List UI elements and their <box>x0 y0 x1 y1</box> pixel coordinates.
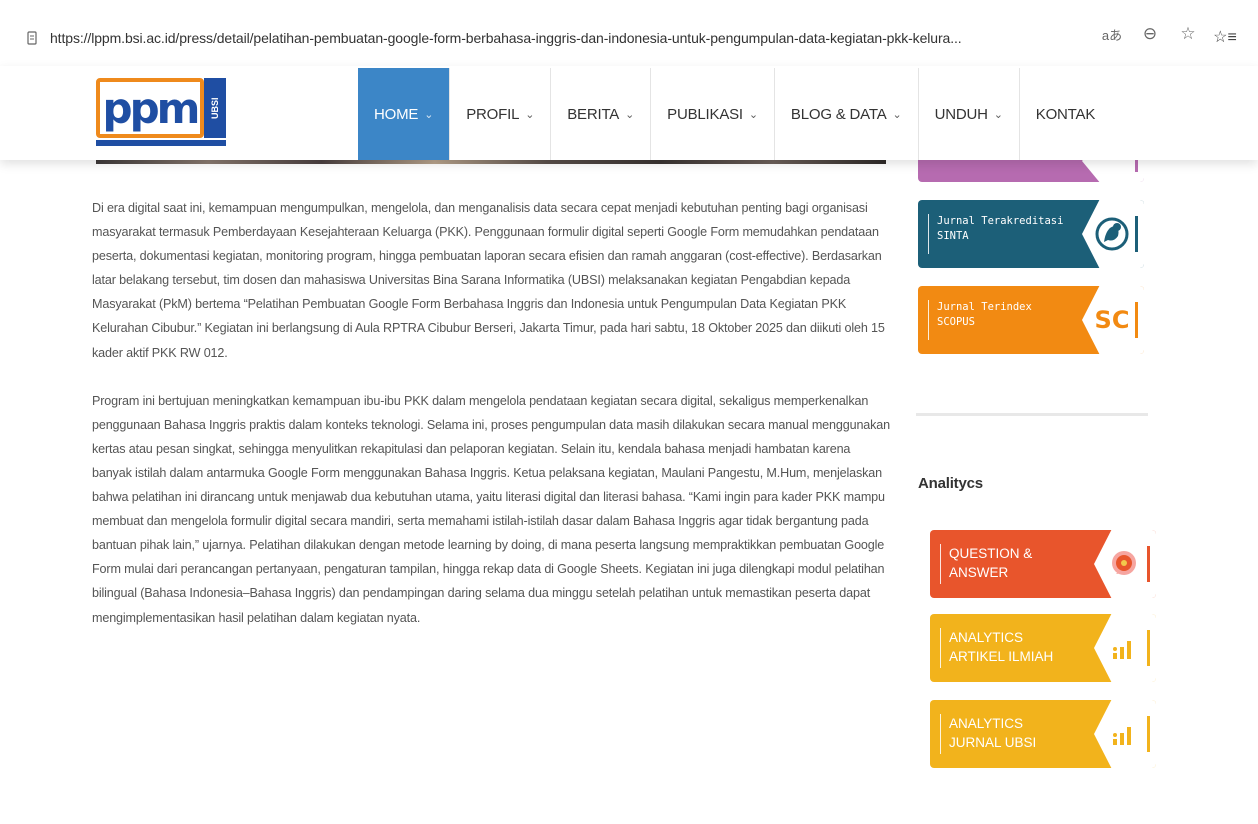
browser-address-bar: https://lppm.bsi.ac.id/press/detail/pela… <box>0 0 1258 74</box>
url-actions: aあ ⊖ ☆ <box>1100 22 1200 46</box>
nav-label: KONTAK <box>1035 105 1096 123</box>
card-bar <box>1147 630 1150 666</box>
analytics-artikel-label: ANALYTICS ARTIKEL ILMIAH <box>940 628 1060 668</box>
chevron-down-icon: ⌄ <box>748 108 758 121</box>
card-bar <box>1147 716 1150 752</box>
logo-side-label: UBSI <box>204 78 226 138</box>
url-text: https://lppm.bsi.ac.id/press/detail/pela… <box>50 30 962 46</box>
site-header: ppm UBSI HOME ⌄ PROFIL ⌄ BERITA ⌄ PUBLIKASI… <box>0 66 1258 160</box>
nav-label: PUBLIKASI <box>667 105 743 123</box>
question-answer-card[interactable]: QUESTION & ANSWER <box>930 530 1156 598</box>
sinta-journal-card[interactable]: Jurnal Terakreditasi SINTA <box>918 200 1144 268</box>
article-body: Di era digital saat ini, kemampuan mengu… <box>92 196 892 654</box>
logo-mark: ppm <box>96 78 204 138</box>
chevron-down-icon: ⌄ <box>892 108 902 121</box>
analytics-artikel-card[interactable]: ANALYTICS ARTIKEL ILMIAH <box>930 614 1156 682</box>
nav-unduh[interactable]: UNDUH ⌄ <box>919 68 1020 160</box>
nav-blog-data[interactable]: BLOG & DATA ⌄ <box>775 68 919 160</box>
site-info-icon[interactable] <box>24 30 40 46</box>
analytics-jurnal-card[interactable]: ANALYTICS JURNAL UBSI <box>930 700 1156 768</box>
main-nav: HOME ⌄ PROFIL ⌄ BERITA ⌄ PUBLIKASI ⌄ BLOG & … <box>358 68 1111 160</box>
nav-kontak[interactable]: KONTAK <box>1020 68 1111 160</box>
scopus-label: Jurnal Terindex SCOPUS <box>928 300 1072 340</box>
sinta-label: Jurnal Terakreditasi SINTA <box>928 214 1072 254</box>
chat-bubble-icon <box>1106 546 1142 582</box>
nav-label: HOME <box>374 105 419 123</box>
card-bar <box>1135 302 1138 338</box>
nav-label: BERITA <box>567 105 620 123</box>
sidebar-divider <box>916 413 1148 416</box>
chevron-down-icon: ⌄ <box>525 108 535 121</box>
nav-publikasi[interactable]: PUBLIKASI ⌄ <box>651 68 775 160</box>
nav-profil[interactable]: PROFIL ⌄ <box>450 68 552 160</box>
favorite-icon[interactable]: ☆ <box>1176 22 1200 46</box>
zoom-icon[interactable]: ⊖ <box>1138 22 1162 46</box>
bar-chart-icon <box>1106 716 1142 752</box>
sinta-icon <box>1094 216 1130 252</box>
article-paragraph: Program ini bertujuan meningkatkan kemam… <box>92 393 891 625</box>
nav-home[interactable]: HOME ⌄ <box>358 68 451 160</box>
nav-label: PROFIL <box>466 105 520 123</box>
chevron-down-icon: ⌄ <box>424 108 434 121</box>
analytics-heading: Analitycs <box>918 475 983 492</box>
logo-strip <box>96 140 226 146</box>
site-logo[interactable]: ppm UBSI <box>96 76 228 146</box>
scopus-journal-card[interactable]: Jurnal Terindex SCOPUS SC <box>918 286 1144 354</box>
scopus-icon: SC <box>1094 306 1130 334</box>
read-aloud-icon[interactable]: aあ <box>1100 22 1124 46</box>
article-paragraph: Di era digital saat ini, kemampuan mengu… <box>92 201 885 360</box>
nav-berita[interactable]: BERITA ⌄ <box>551 68 652 160</box>
bar-chart-icon <box>1106 630 1142 666</box>
card-bar <box>1135 216 1138 252</box>
nav-label: BLOG & DATA <box>790 105 887 123</box>
qa-label: QUESTION & ANSWER <box>940 544 1050 584</box>
analytics-jurnal-label: ANALYTICS JURNAL UBSI <box>940 714 1060 754</box>
nav-label: UNDUH <box>934 105 988 123</box>
card-bar <box>1147 546 1150 582</box>
collections-icon[interactable]: ☆≡ <box>1210 22 1240 52</box>
chevron-down-icon: ⌄ <box>993 108 1003 121</box>
url-field[interactable]: https://lppm.bsi.ac.id/press/detail/pela… <box>14 20 1174 56</box>
chevron-down-icon: ⌄ <box>625 108 635 121</box>
